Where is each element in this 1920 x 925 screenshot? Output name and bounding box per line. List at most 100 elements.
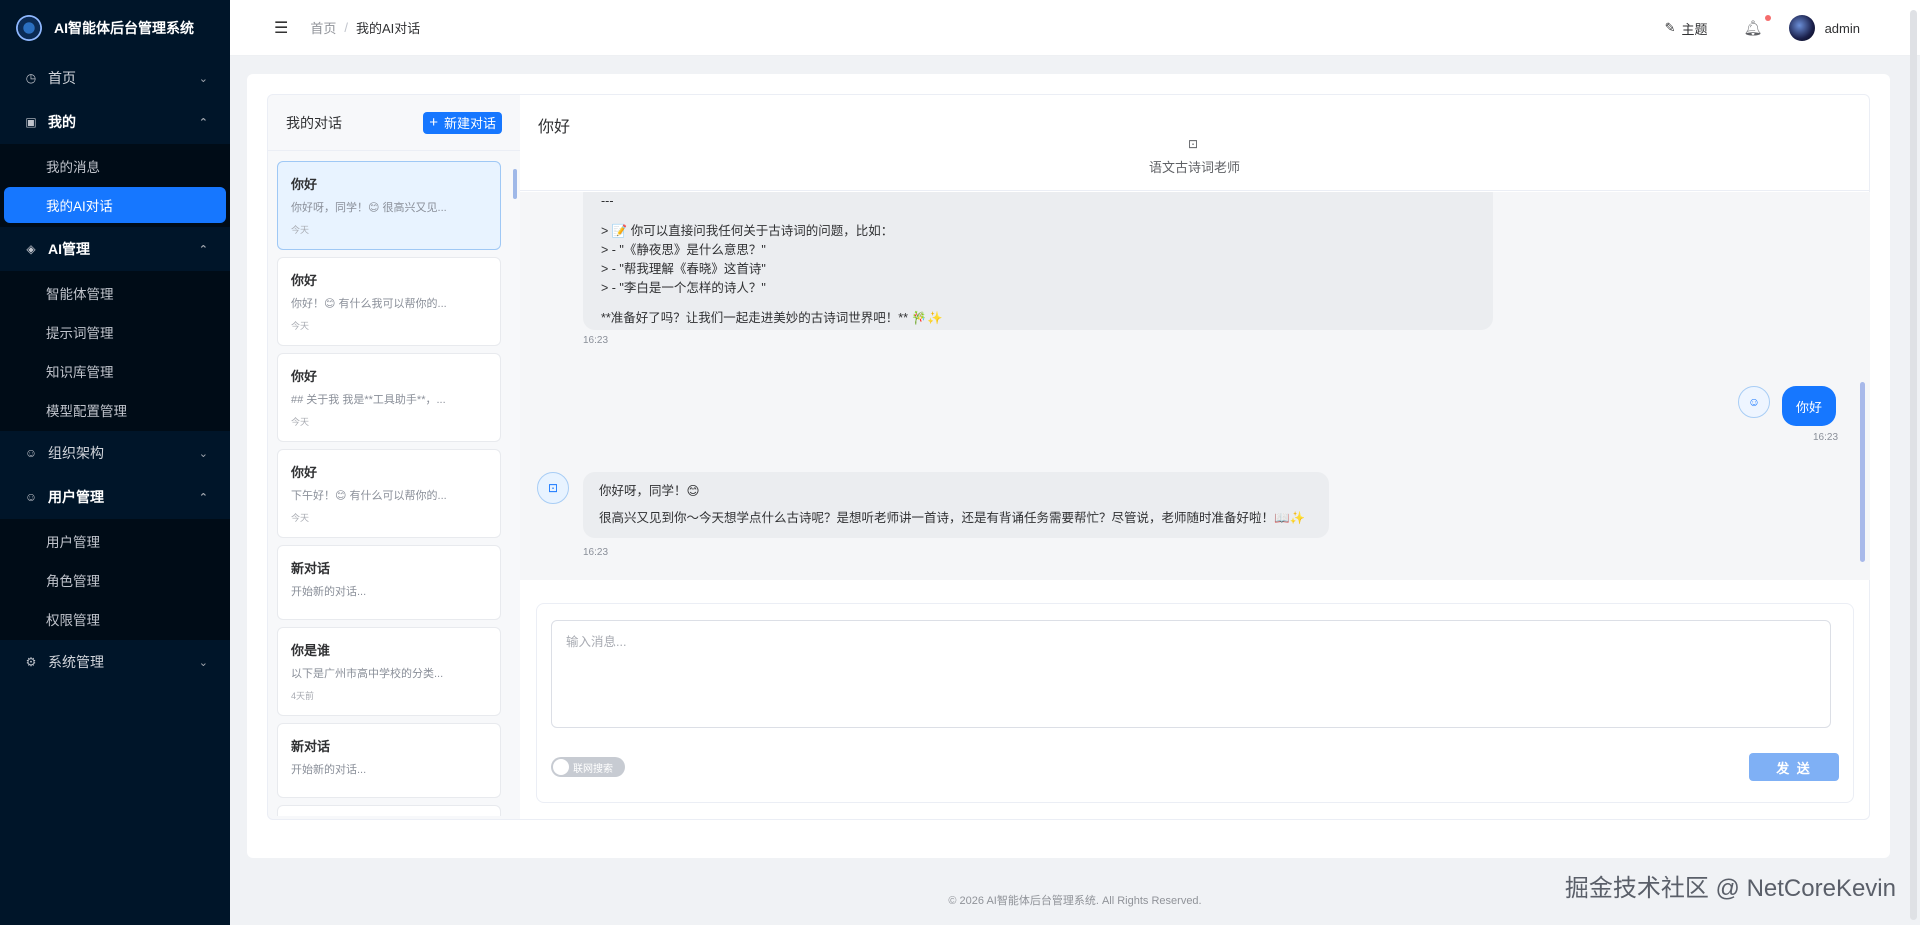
conversation-item[interactable]: 你好 下午好！😊 有什么可以帮你的... 今天	[277, 449, 501, 538]
top-header: ☰ 首页 / 我的AI对话 ✎ 主题 🔔︎ admin	[230, 0, 1920, 56]
avatar[interactable]	[1788, 15, 1815, 41]
chevron-up-icon: ⌃	[198, 491, 208, 504]
conversation-item[interactable]: 你好 你好呀，同学！😊 很高兴又见... 今天	[277, 161, 501, 250]
page-scrollbar[interactable]	[1910, 10, 1917, 920]
conversation-scrollbar[interactable]	[513, 163, 517, 813]
conversation-time: 今天	[291, 321, 310, 331]
sidebar-menu: ◷ 首页 ⌄ ▣ 我的 ⌃ 我的消息 我的AI对话 ◈ AI管理 ⌃ 智能体管理…	[0, 56, 230, 684]
chevron-down-icon: ⌄	[198, 656, 208, 669]
conversation-time: 今天	[291, 513, 310, 523]
conversation-time: 4天前	[291, 691, 315, 701]
conversation-title: 你好	[291, 273, 318, 288]
assistant-message: --- > 📝 你可以直接问我任何关于古诗词的问题，比如： > - "《静夜思》…	[583, 192, 1493, 330]
conversation-title: 新对话	[291, 561, 331, 576]
conversation-preview: 以下是广州市高中学校的分类...	[291, 668, 444, 680]
username[interactable]: admin	[1825, 21, 1860, 36]
sidebar-item-knowledge[interactable]: 知识库管理	[0, 351, 230, 390]
message-line: 很高兴又见到你～今天想学点什么古诗呢？是想听老师讲一首诗，还是有背诵任务需要帮忙…	[599, 511, 1306, 525]
ai-icon: ◈	[26, 242, 36, 256]
sidebar-item-prompts[interactable]: 提示词管理	[0, 312, 230, 351]
conversation-header: 我的对话 + 新建对话	[268, 95, 520, 151]
sidebar-item-users[interactable]: 用户管理	[0, 521, 230, 560]
sidebar-item-label: 我的	[48, 114, 76, 130]
breadcrumb-home[interactable]: 首页	[310, 18, 336, 37]
chat-header: 你好 ⊡ 语文古诗词老师	[520, 95, 1869, 191]
watermark: 掘金技术社区 @ NetCoreKevin	[1564, 875, 1896, 902]
conversation-title: 新对话	[291, 739, 331, 754]
message-line	[601, 298, 1475, 309]
user-message: 你好	[1782, 386, 1836, 426]
sidebar-item-permissions[interactable]: 权限管理	[0, 599, 230, 638]
theme-label: 主题	[1681, 21, 1708, 37]
robot-icon: ⊡	[547, 481, 559, 495]
submenu-users: 用户管理 角色管理 权限管理	[0, 519, 230, 640]
conversation-title: 你好	[291, 465, 318, 480]
menu-fold-icon[interactable]: ☰	[274, 18, 288, 38]
sidebar-item-roles[interactable]: 角色管理	[0, 560, 230, 599]
conversation-panel-title: 我的对话	[286, 114, 342, 131]
conversation-preview: 下午好！😊 有什么可以帮你的...	[291, 490, 447, 502]
header-actions: ✎ 主题 🔔︎ admin	[1665, 0, 1860, 56]
app-title: AI智能体后台管理系统	[54, 20, 194, 36]
submenu-mine: 我的消息 我的AI对话	[0, 144, 230, 227]
sidebar-item-org[interactable]: ☺ 组织架构 ⌄	[0, 431, 230, 475]
conversation-item[interactable]: 你好 你好！😊 有什么我可以帮你的... 今天	[277, 257, 501, 346]
scrollbar-thumb[interactable]	[1860, 382, 1865, 562]
conversation-item[interactable]: 你好 ## 关于我 我是**工具助手**，... 今天	[277, 353, 501, 442]
new-conversation-label: 新建对话	[443, 116, 496, 131]
conversation-title: 你是谁	[291, 643, 331, 658]
logo-row: AI智能体后台管理系统	[0, 0, 230, 56]
submenu-ai: 智能体管理 提示词管理 知识库管理 模型配置管理	[0, 271, 230, 431]
message-line: > 📝 你可以直接问我任何关于古诗词的问题，比如：	[601, 224, 894, 238]
conversation-item[interactable]: 新对话 开始新的对话...	[277, 545, 501, 620]
message-line	[601, 211, 1475, 222]
sidebar-item-models[interactable]: 模型配置管理	[0, 390, 230, 429]
conversation-list: 你好 你好呀，同学！😊 很高兴又见... 今天 你好 你好！😊 有什么我可以帮你…	[277, 161, 501, 816]
gear-icon: ⚙	[25, 655, 37, 669]
assistant-avatar: ⊡	[537, 472, 569, 504]
user-icon: ☺	[24, 490, 38, 504]
message-line: 你好呀，同学！😊	[599, 484, 700, 498]
sidebar-item-my-ai-chat[interactable]: 我的AI对话	[4, 187, 226, 223]
sidebar-item-user-management[interactable]: ☺ 用户管理 ⌃	[0, 475, 230, 519]
message-time: 16:23	[583, 335, 609, 346]
conversation-preview: 你好！😊 有什么我可以帮你的...	[291, 298, 447, 310]
web-search-toggle[interactable]: 联网搜索	[551, 757, 625, 777]
scrollbar-thumb[interactable]	[513, 169, 517, 199]
notification-bell[interactable]: 🔔︎	[1743, 15, 1771, 37]
conversation-item[interactable]: 你是谁 以下是广州市高中学校的分类... 4天前	[277, 627, 501, 716]
sidebar-item-mine[interactable]: ▣ 我的 ⌃	[0, 100, 230, 144]
web-search-label: 联网搜索	[573, 763, 613, 775]
sidebar-item-label: AI管理	[48, 241, 90, 257]
sidebar-item-label: 组织架构	[48, 445, 104, 461]
bell-icon: 🔔︎	[1743, 20, 1763, 37]
sidebar-item-agents[interactable]: 智能体管理	[0, 273, 230, 312]
sidebar-item-ai-management[interactable]: ◈ AI管理 ⌃	[0, 227, 230, 271]
message-line: **准备好了吗？让我们一起走进美妙的古诗词世界吧！** 🎋✨	[601, 311, 943, 325]
new-conversation-button[interactable]: + 新建对话	[423, 111, 502, 134]
sidebar-item-label: 用户管理	[48, 489, 104, 505]
chevron-down-icon: ⌄	[198, 447, 208, 460]
chat-scrollbar[interactable]	[1860, 192, 1865, 580]
conversation-item[interactable]: 新对话 开始新的对话...	[277, 723, 501, 798]
message-line: > - "《静夜思》是什么意思？"	[601, 243, 766, 257]
chevron-up-icon: ⌃	[198, 243, 208, 256]
agent-name: 语文古诗词老师	[1148, 160, 1240, 175]
plus-icon: +	[429, 114, 438, 131]
conversation-item[interactable]	[277, 805, 501, 816]
sidebar-item-label: 首页	[48, 70, 76, 86]
toggle-knob	[553, 759, 569, 775]
org-icon: ☺	[24, 446, 38, 460]
sidebar-item-home[interactable]: ◷ 首页 ⌄	[0, 56, 230, 100]
conversation-time: 今天	[291, 417, 310, 427]
breadcrumb-separator: /	[344, 20, 348, 35]
chat-title: 你好	[538, 119, 571, 136]
message-input[interactable]	[551, 620, 1831, 728]
theme-button[interactable]: ✎ 主题	[1665, 19, 1708, 38]
chevron-down-icon: ⌄	[198, 72, 208, 85]
send-button[interactable]: 发 送	[1749, 753, 1839, 781]
main-content: 我的对话 + 新建对话 你好 你好呀，同学！😊 很高兴又见... 今天 你好 你…	[247, 74, 1890, 858]
user-icon: ☺	[1747, 395, 1761, 409]
sidebar-item-system[interactable]: ⚙ 系统管理 ⌄	[0, 640, 230, 684]
sidebar-item-my-messages[interactable]: 我的消息	[0, 146, 230, 185]
